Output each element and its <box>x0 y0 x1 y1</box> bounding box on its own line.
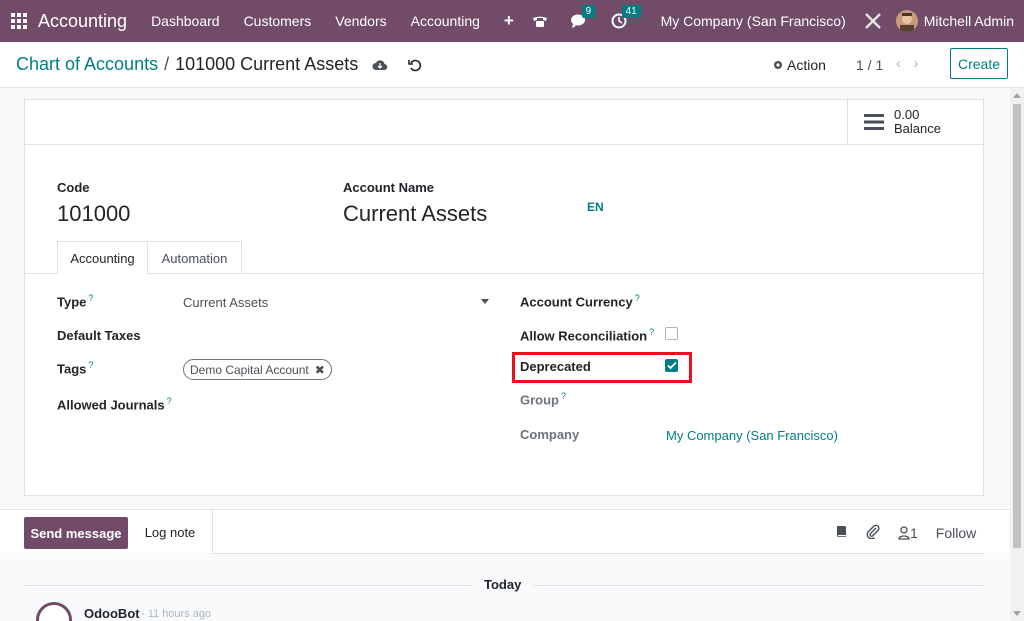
account-name-label: Account Name <box>343 180 435 195</box>
phone-icon[interactable] <box>531 13 549 29</box>
account-currency-label: Account Currency? <box>520 293 640 310</box>
chatter-topbar: Send message Log note 1 Follow <box>0 509 1010 554</box>
balance-value: 0.00 <box>894 107 920 122</box>
help-icon[interactable]: ? <box>167 396 172 406</box>
activities-badge: 41 <box>621 5 641 18</box>
user-menu[interactable]: Mitchell Admin <box>924 13 1014 29</box>
discard-undo-icon[interactable] <box>408 58 422 72</box>
account-name-field[interactable]: Current Assets <box>343 201 487 227</box>
log-note-button[interactable]: Log note <box>128 510 213 554</box>
deprecated-checkbox[interactable] <box>665 359 678 372</box>
save-cloud-icon[interactable] <box>372 59 388 71</box>
help-icon[interactable]: ? <box>561 391 566 401</box>
scroll-down-arrow-icon[interactable] <box>1013 611 1021 616</box>
allowed-journals-label: Allowed Journals? <box>57 396 172 413</box>
help-icon[interactable]: ? <box>635 293 640 303</box>
remove-tag-icon[interactable]: ✖ <box>315 363 325 377</box>
chatter-divider <box>213 553 984 554</box>
company-switcher[interactable]: My Company (San Francisco) <box>661 13 846 29</box>
language-button[interactable]: EN <box>587 200 604 214</box>
followers-count: 1 <box>910 525 918 541</box>
allow-reconciliation-label: Allow Reconciliation? <box>520 327 655 344</box>
control-panel: Chart of Accounts / 101000 Current Asset… <box>0 42 1024 88</box>
balance-button[interactable]: 0.00 Balance <box>847 100 983 144</box>
company-field[interactable]: My Company (San Francisco) <box>666 428 838 443</box>
tab-automation[interactable]: Automation <box>148 241 242 274</box>
pager-value[interactable]: 1 / 1 <box>856 57 883 73</box>
notebook-tabs: Accounting Automation <box>25 241 983 275</box>
allow-reconciliation-checkbox[interactable] <box>665 327 678 340</box>
odoobot-avatar <box>36 602 72 621</box>
tab-accounting[interactable]: Accounting <box>57 241 148 275</box>
send-message-button[interactable]: Send message <box>24 517 128 549</box>
bars-icon <box>864 114 884 130</box>
chatter-tools: 1 Follow <box>835 524 976 542</box>
breadcrumb-current: 101000 Current Assets <box>175 54 359 74</box>
top-navbar: Accounting Dashboard Customers Vendors A… <box>0 0 1024 42</box>
deprecated-label: Deprecated <box>520 359 591 374</box>
form-sheet: 0.00 Balance Code 101000 Account Name Cu… <box>24 99 984 496</box>
check-icon <box>666 361 677 370</box>
messages-icon[interactable]: 9 <box>570 5 596 29</box>
help-icon[interactable]: ? <box>88 293 93 303</box>
quick-create-plus-icon[interactable]: + <box>504 11 514 31</box>
balance-label: Balance <box>894 121 941 136</box>
breadcrumb-separator: / <box>164 54 170 74</box>
type-label: Type? <box>57 293 94 310</box>
activities-clock-icon[interactable]: 41 <box>611 5 641 29</box>
caret-down-icon[interactable] <box>481 299 489 304</box>
debug-tools-icon[interactable] <box>864 12 882 30</box>
action-menu[interactable]: Action <box>772 57 826 73</box>
app-name[interactable]: Accounting <box>38 11 127 32</box>
follow-button[interactable]: Follow <box>936 525 976 541</box>
help-icon[interactable]: ? <box>649 327 654 337</box>
group-label: Group? <box>520 391 567 408</box>
book-icon[interactable] <box>835 525 848 541</box>
today-separator: Today <box>472 577 534 592</box>
message-time: - 11 hours ago <box>141 608 212 620</box>
chevron-left-icon[interactable]: ‹ <box>896 55 901 72</box>
create-button[interactable]: Create <box>950 48 1008 79</box>
user-icon <box>898 526 910 540</box>
button-box: 0.00 Balance <box>25 100 983 145</box>
messages-badge: 9 <box>581 5 596 18</box>
user-avatar[interactable] <box>895 10 918 32</box>
chevron-right-icon[interactable]: › <box>914 55 919 72</box>
tag-label: Demo Capital Account <box>190 362 309 377</box>
default-taxes-label: Default Taxes <box>57 328 141 343</box>
gear-icon <box>774 61 782 69</box>
scrollbar[interactable] <box>1010 88 1024 621</box>
breadcrumb: Chart of Accounts / 101000 Current Asset… <box>16 54 422 75</box>
menu-accounting[interactable]: Accounting <box>411 13 480 29</box>
scroll-up-arrow-icon[interactable] <box>1013 93 1021 98</box>
menu-vendors[interactable]: Vendors <box>335 13 386 29</box>
apps-menu-icon[interactable] <box>0 0 38 42</box>
menu-dashboard[interactable]: Dashboard <box>151 13 220 29</box>
action-label: Action <box>787 57 826 73</box>
followers-button[interactable]: 1 <box>898 525 918 541</box>
code-label: Code <box>57 180 90 195</box>
tags-label: Tags? <box>57 360 94 377</box>
help-icon[interactable]: ? <box>88 360 93 370</box>
type-select[interactable]: Current Assets <box>183 295 268 310</box>
company-label: Company <box>520 427 580 442</box>
tag-chip[interactable]: Demo Capital Account ✖ <box>183 359 332 380</box>
scrollbar-thumb[interactable] <box>1013 104 1021 548</box>
paperclip-icon[interactable] <box>866 524 880 542</box>
breadcrumb-chart-of-accounts[interactable]: Chart of Accounts <box>16 54 158 75</box>
code-field[interactable]: 101000 <box>57 201 130 227</box>
menu-customers[interactable]: Customers <box>244 13 312 29</box>
message-author[interactable]: OdooBot <box>84 606 140 621</box>
pager-arrows: ‹ › <box>896 55 919 72</box>
